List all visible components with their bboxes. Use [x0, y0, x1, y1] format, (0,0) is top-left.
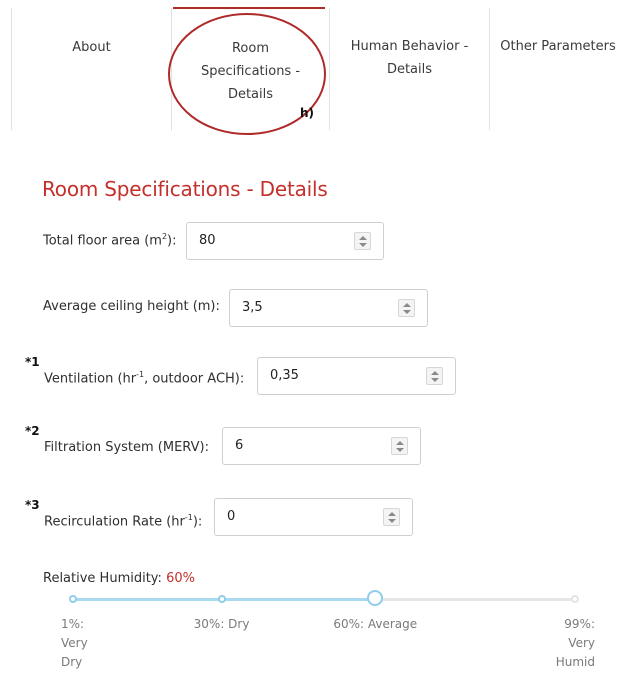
- up-down-stepper-icon[interactable]: [391, 437, 408, 455]
- floor-area-value: 80: [199, 233, 216, 248]
- slider-mark-3[interactable]: [571, 595, 579, 603]
- slider-mark-1[interactable]: [217, 595, 226, 603]
- filtration-label: Filtration System (MERV):: [44, 440, 209, 455]
- tab-about-label: About: [72, 40, 111, 55]
- slider-tick-label-0: 1%: Very Dry: [61, 617, 88, 669]
- recirculation-input[interactable]: 0: [214, 498, 413, 536]
- slider-handle[interactable]: [367, 590, 384, 606]
- floor-area-label: Total floor area (m2):: [43, 232, 177, 249]
- up-down-stepper-icon[interactable]: [354, 232, 371, 250]
- footnote-marker-1: *1: [25, 355, 40, 369]
- tab-human-behavior[interactable]: Human Behavior - Details: [329, 8, 489, 130]
- tab-human-behavior-label: Human Behavior - Details: [350, 39, 469, 77]
- tab-other-parameters-label: Other Parameters: [500, 39, 616, 54]
- ventilation-value: 0,35: [270, 368, 299, 383]
- tab-about[interactable]: About: [11, 8, 171, 130]
- slider-mark-0[interactable]: [69, 595, 77, 603]
- filtration-input[interactable]: 6: [222, 427, 421, 465]
- up-down-stepper-icon[interactable]: [426, 367, 443, 385]
- ceiling-height-label: Average ceiling height (m):: [43, 299, 220, 314]
- slider-tick-label-1: 30%: Dry: [193, 617, 250, 631]
- ceiling-height-input[interactable]: 3,5: [229, 289, 428, 327]
- footnote-marker-2: *2: [25, 424, 40, 438]
- ceiling-height-value: 3,5: [242, 300, 263, 315]
- tab-other-parameters[interactable]: Other Parameters: [489, 8, 626, 130]
- slider-tick-label-3: 99%: Very Humid: [555, 617, 595, 669]
- annotation-marker: h): [300, 106, 315, 120]
- tab-bar: About Room Specifications - Details Huma…: [11, 8, 626, 131]
- ventilation-label: Ventilation (hr-1, outdoor ACH):: [44, 370, 245, 387]
- slider-tick-label-2: 60%: Average: [333, 617, 418, 631]
- tab-room-specifications-label: Room Specifications - Details: [200, 41, 301, 102]
- recirculation-label: Recirculation Rate (hr-1):: [44, 513, 203, 530]
- footnote-marker-3: *3: [25, 498, 40, 512]
- floor-area-input[interactable]: 80: [186, 222, 384, 260]
- relative-humidity-value: 60%: [166, 571, 195, 586]
- relative-humidity-slider[interactable]: [60, 589, 590, 613]
- section-title: Room Specifications - Details: [42, 177, 328, 201]
- relative-humidity-label: Relative Humidity: 60%: [43, 571, 195, 586]
- up-down-stepper-icon[interactable]: [398, 299, 415, 317]
- ventilation-input[interactable]: 0,35: [257, 357, 456, 395]
- recirculation-value: 0: [227, 509, 236, 524]
- up-down-stepper-icon[interactable]: [383, 508, 400, 526]
- filtration-value: 6: [235, 438, 244, 453]
